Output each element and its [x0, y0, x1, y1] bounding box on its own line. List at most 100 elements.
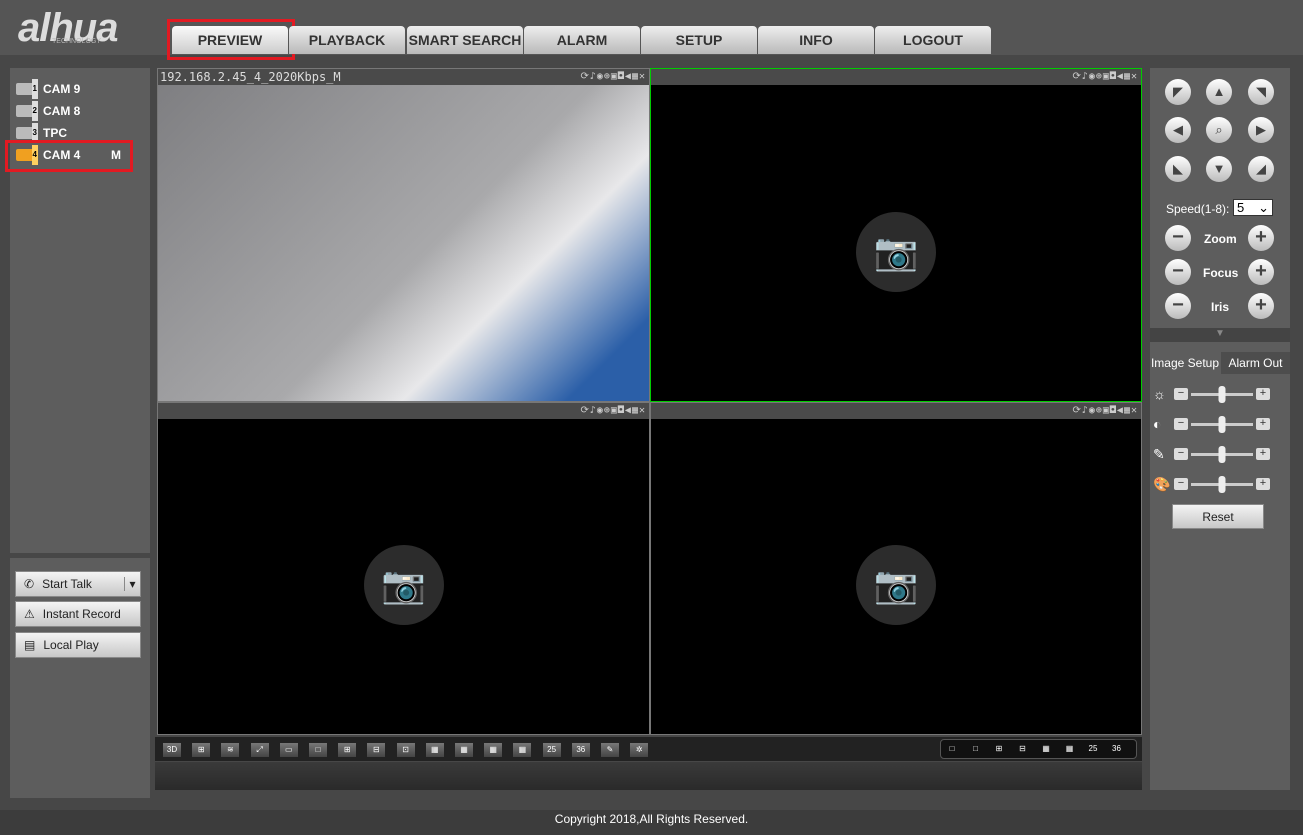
- layout-button-14[interactable]: 36: [570, 742, 591, 758]
- iris-minus-button[interactable]: −: [1165, 293, 1191, 319]
- tab-smart-search[interactable]: SMART SEARCH: [407, 26, 523, 54]
- saturation-decrease-button[interactable]: −: [1174, 448, 1188, 460]
- ptz-up-right-button[interactable]: ◥: [1248, 79, 1274, 105]
- iris-plus-button[interactable]: +: [1248, 293, 1274, 319]
- logo-subtitle: TECHNOLOGY: [52, 38, 102, 45]
- layout-button-16[interactable]: ✲: [629, 742, 650, 758]
- ptz-3d-locate-button[interactable]: ⌕: [1206, 117, 1232, 143]
- saturation-icon: ✎: [1153, 445, 1165, 462]
- local-play-button[interactable]: ▤ Local Play: [15, 632, 141, 658]
- grid-layout-button-6[interactable]: 25: [1083, 742, 1103, 758]
- contrast-slider-row: ◐ − +: [1153, 415, 1283, 433]
- layout-button-2[interactable]: ≋: [220, 742, 241, 758]
- layout-button-3[interactable]: ⤢: [249, 742, 270, 758]
- speed-select[interactable]: 5 ⌄: [1233, 199, 1273, 216]
- grid-layout-button-5[interactable]: ▦: [1060, 742, 1080, 758]
- tab-info[interactable]: INFO: [758, 26, 874, 54]
- layout-button-9[interactable]: ▦: [424, 742, 445, 758]
- layout-button-6[interactable]: ⊞: [337, 742, 358, 758]
- layout-button-5[interactable]: □: [308, 742, 328, 758]
- video-cell-3[interactable]: ⟳♪◉⊕▣◘◀▦✕ 📷: [157, 402, 650, 735]
- layout-button-7[interactable]: ⊟: [366, 742, 387, 758]
- layout-button-0[interactable]: 3D: [162, 742, 182, 758]
- grid-layout-button-1[interactable]: □: [966, 742, 986, 758]
- ptz-down-right-button[interactable]: ◢: [1248, 156, 1274, 182]
- label: Local Play: [43, 638, 99, 652]
- hue-slider[interactable]: [1191, 475, 1253, 493]
- camera-icon: 3: [16, 123, 38, 143]
- layout-button-4[interactable]: ▭: [278, 742, 299, 758]
- tab-playback[interactable]: PLAYBACK: [289, 26, 405, 54]
- saturation-slider[interactable]: [1191, 445, 1253, 463]
- label: Start Talk: [42, 577, 92, 591]
- ptz-up-button[interactable]: ▲: [1206, 79, 1232, 105]
- video-cell-1[interactable]: 192.168.2.45_4_2020Kbps_M ⟳♪◉⊕▣◘◀▦✕: [157, 68, 650, 402]
- footer-copyright: Copyright 2018,All Rights Reserved.: [0, 810, 1303, 835]
- camera-item-cam8[interactable]: 2 CAM 8: [16, 101, 136, 121]
- tab-alarm[interactable]: ALARM: [524, 26, 640, 54]
- grid-layout-button-3[interactable]: ⊟: [1013, 742, 1033, 758]
- layout-button-11[interactable]: ▦: [483, 742, 504, 758]
- collapse-ptz-icon[interactable]: ▼: [1150, 328, 1290, 342]
- saturation-increase-button[interactable]: +: [1256, 448, 1270, 460]
- slider-thumb[interactable]: [1218, 385, 1226, 403]
- brightness-increase-button[interactable]: +: [1256, 388, 1270, 400]
- contrast-increase-button[interactable]: +: [1256, 418, 1270, 430]
- layout-button-10[interactable]: ▦: [454, 742, 474, 758]
- zoom-out-button[interactable]: −: [1165, 225, 1191, 251]
- start-talk-button[interactable]: ✆ Start Talk ▾: [15, 571, 141, 597]
- zoom-in-button[interactable]: +: [1248, 225, 1274, 251]
- cell-controls-icons[interactable]: ⟳♪◉⊕▣◘◀▦✕: [1072, 403, 1138, 419]
- saturation-slider-row: ✎ − +: [1153, 445, 1283, 463]
- cell-controls-icons[interactable]: ⟳♪◉⊕▣◘◀▦✕: [580, 403, 646, 419]
- instant-record-button[interactable]: ⚠ Instant Record: [15, 601, 141, 627]
- highlight-box: [5, 140, 133, 172]
- layout-button-13[interactable]: 25: [541, 742, 562, 758]
- ptz-right-button[interactable]: ▶: [1248, 117, 1274, 143]
- slider-thumb[interactable]: [1218, 475, 1226, 493]
- hue-decrease-button[interactable]: −: [1174, 478, 1188, 490]
- focus-minus-button[interactable]: −: [1165, 259, 1191, 285]
- contrast-icon: ◐: [1153, 416, 1162, 432]
- grid-layout-button-0[interactable]: □: [942, 742, 962, 758]
- label: Instant Record: [42, 607, 121, 621]
- chevron-down-icon[interactable]: ▾: [124, 577, 140, 591]
- hue-increase-button[interactable]: +: [1256, 478, 1270, 490]
- slider-thumb[interactable]: [1218, 415, 1226, 433]
- warning-icon: ⚠: [24, 607, 35, 621]
- grid-layout-button-4[interactable]: ▦: [1036, 742, 1056, 758]
- reset-button[interactable]: Reset: [1172, 504, 1264, 529]
- layout-button-1[interactable]: ⊞: [191, 742, 212, 758]
- layout-button-8[interactable]: ⊡: [395, 742, 416, 758]
- camera-item-cam9[interactable]: 1 CAM 9: [16, 79, 136, 99]
- stream-title: 192.168.2.45_4_2020Kbps_M: [160, 70, 341, 84]
- camera-label: CAM 9: [43, 82, 81, 96]
- ptz-left-button[interactable]: ◀: [1165, 117, 1191, 143]
- grid-layout-button-2[interactable]: ⊞: [989, 742, 1009, 758]
- ptz-up-left-button[interactable]: ◤: [1165, 79, 1191, 105]
- video-cell-4[interactable]: ⟳♪◉⊕▣◘◀▦✕ 📷: [650, 402, 1142, 735]
- contrast-slider[interactable]: [1191, 415, 1253, 433]
- focus-plus-button[interactable]: +: [1248, 259, 1274, 285]
- tab-logout[interactable]: LOGOUT: [875, 26, 991, 54]
- video-cell-2[interactable]: ⟳♪◉⊕▣◘◀▦✕ 📷: [650, 68, 1142, 402]
- slider-thumb[interactable]: [1218, 445, 1226, 463]
- tab-setup[interactable]: SETUP: [641, 26, 757, 54]
- film-icon: ▤: [24, 638, 36, 652]
- chevron-down-icon: ⌄: [1258, 200, 1269, 215]
- cell-controls-icons[interactable]: ⟳♪◉⊕▣◘◀▦✕: [1072, 69, 1138, 85]
- layout-button-15[interactable]: ✎: [600, 742, 620, 758]
- tab-image-setup[interactable]: Image Setup: [1150, 352, 1220, 374]
- ptz-down-left-button[interactable]: ◣: [1165, 156, 1191, 182]
- tab-alarm-out[interactable]: Alarm Out: [1221, 352, 1290, 374]
- ptz-down-button[interactable]: ▼: [1206, 156, 1232, 182]
- brightness-slider[interactable]: [1191, 385, 1253, 403]
- brightness-icon: ☼: [1153, 386, 1166, 402]
- grid-layout-button-7[interactable]: 36: [1107, 742, 1127, 758]
- phone-icon: ✆: [24, 577, 35, 591]
- cell-controls-icons[interactable]: ⟳♪◉⊕▣◘◀▦✕: [580, 69, 646, 85]
- highlight-box: [167, 19, 295, 60]
- layout-button-12[interactable]: ▦: [512, 742, 533, 758]
- contrast-decrease-button[interactable]: −: [1174, 418, 1188, 430]
- brightness-decrease-button[interactable]: −: [1174, 388, 1188, 400]
